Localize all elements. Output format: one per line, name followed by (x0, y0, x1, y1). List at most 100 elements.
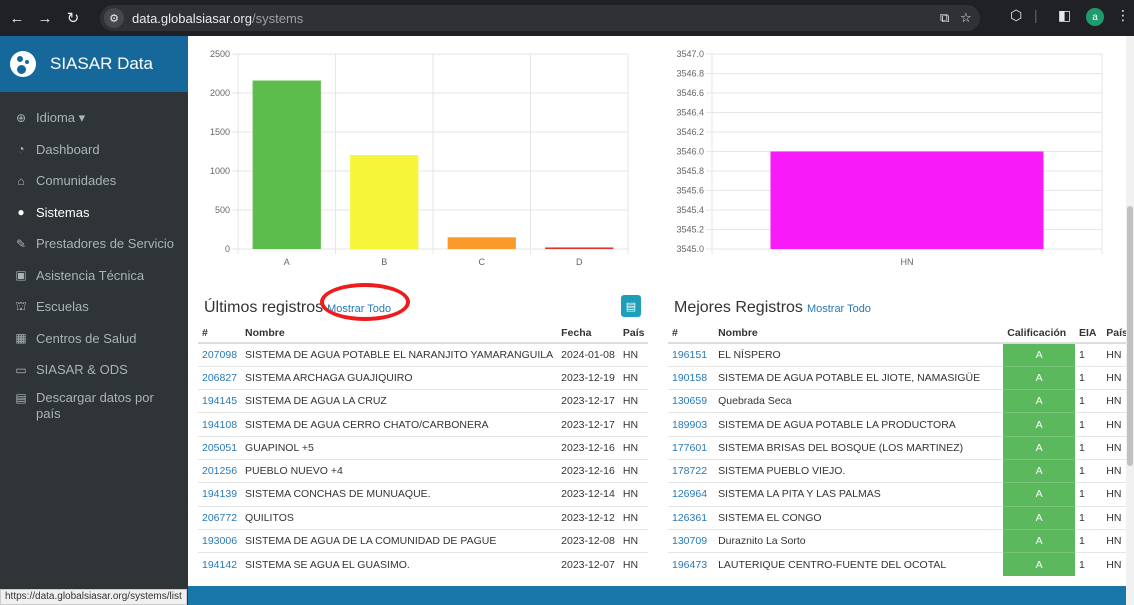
sidebar-item-label: Sistemas (36, 204, 90, 220)
sidebar-item-label: Prestadores de Servicio (36, 236, 175, 252)
extensions-icon[interactable]: ⬡ (1010, 7, 1022, 24)
sidebar-item-descargar[interactable]: ▤ Descargar datos por país (0, 386, 188, 430)
url-text[interactable]: data.globalsiasar.org/systems (132, 11, 303, 26)
sidebar: SIASAR Data ⊕ Idioma ▾ ◔ Dashboard ⌂ Comuni… (0, 36, 188, 605)
country-bar-chart: 3545.0 3545.2 3545.4 3545.6 3545.8 3546.0 3546… (676, 49, 1103, 267)
bookmark-star-icon[interactable]: ☆ (960, 10, 972, 26)
status-bar-url: https://data.globalsiasar.org/systems/li… (0, 589, 187, 605)
record-id-link[interactable]: 205051 (198, 435, 242, 460)
x-tick-label: D (576, 257, 583, 267)
main-content: 0 500 1000 1500 2000 2500 A B C D 3545.0 3545.2 354… (188, 36, 1134, 605)
y-tick-label: 3546.4 (676, 108, 704, 118)
table-cell: HN (618, 365, 649, 390)
translate-icon[interactable]: ⧉ (940, 10, 949, 26)
record-id-link[interactable]: 194142 (198, 552, 242, 576)
sidebar-item-comunidades[interactable]: ⌂ Comunidades (0, 165, 188, 197)
record-id-link[interactable]: 194145 (198, 389, 242, 413)
profile-avatar[interactable]: a (1086, 8, 1104, 26)
reload-icon[interactable]: ↻ (62, 7, 84, 29)
page-scrollbar[interactable] (1126, 36, 1134, 605)
sidebar-item-label: Escuelas (36, 299, 89, 315)
record-id-link[interactable]: 189903 (668, 412, 715, 437)
record-id-link[interactable]: 207098 (198, 342, 242, 367)
sidebar-item-label: SIASAR & ODS (36, 362, 128, 378)
record-id-link[interactable]: 126964 (668, 482, 715, 507)
table-row: 206827 SISTEMA ARCHAGA GUAJIQUIRO 2023-12-… (198, 365, 649, 390)
table-cell: HN (618, 389, 649, 413)
record-id-link[interactable]: 193006 (198, 528, 242, 553)
sidebar-item-sistemas[interactable]: ● Sistemas (0, 197, 188, 229)
table-cell: HN (618, 412, 649, 437)
table-cell: GUAPINOL +5 (241, 435, 558, 460)
record-id-link[interactable]: 206827 (198, 365, 242, 390)
sidebar-item-asistencia[interactable]: ▣ Asistencia Técnica (0, 260, 188, 292)
table-row: 205051 GUAPINOL +5 2023-12-16 HN (198, 435, 649, 460)
scrollbar-thumb[interactable] (1127, 206, 1133, 466)
record-id-link[interactable]: 178722 (668, 458, 715, 483)
bar-HN[interactable] (770, 151, 1044, 250)
record-id-link[interactable]: 194108 (198, 412, 242, 437)
forward-icon[interactable]: → (34, 7, 56, 29)
bar-C[interactable] (447, 237, 516, 249)
sidebar-item-siasar-ods[interactable]: ▭ SIASAR & ODS (0, 354, 188, 386)
sidebar-item-escuelas[interactable]: ⛫ Escuelas (0, 291, 188, 323)
table-cell: 2023-12-16 (557, 435, 619, 460)
table-row: 130709 Duraznito La Sorto A 1 HN (668, 528, 1134, 553)
y-tick-label: 3546.0 (676, 147, 704, 157)
home-icon: ⌂ (17, 173, 25, 188)
table-cell: SISTEMA BRISAS DEL BOSQUE (LOS MARTINEZ) (714, 435, 1004, 460)
grade-badge: A (1003, 365, 1075, 390)
sidebar-item-dashboard[interactable]: ◔ Dashboard (0, 134, 188, 166)
export-excel-button[interactable]: ▤ (621, 295, 641, 317)
sidebar-item-label: Idioma ▾ (36, 109, 86, 125)
table-cell: LAUTERIQUE CENTRO-FUENTE DEL OCOTAL (714, 552, 1004, 576)
sidebar-item-label: Descargar datos por país (36, 389, 154, 421)
column-header: Fecha (557, 323, 619, 344)
latest-records-heading: Últimos registros (204, 299, 324, 316)
record-id-link[interactable]: 126361 (668, 505, 715, 530)
record-id-link[interactable]: 201256 (198, 458, 242, 483)
table-cell: 1 (1074, 342, 1103, 367)
hospital-icon: ▦ (15, 331, 27, 346)
record-id-link[interactable]: 190158 (668, 365, 715, 390)
brand-header[interactable]: SIASAR Data (0, 36, 188, 92)
address-bar[interactable]: ⚙ data.globalsiasar.org/systems ⧉ ☆ (100, 5, 980, 31)
record-id-link[interactable]: 194139 (198, 482, 242, 507)
column-header: # (198, 323, 242, 344)
record-id-link[interactable]: 130709 (668, 528, 715, 553)
sidebar-item-prestadores[interactable]: ✎ Prestadores de Servicio (0, 228, 188, 260)
sidebar-item-idioma[interactable]: ⊕ Idioma ▾ (0, 102, 188, 134)
column-header: # (668, 323, 715, 344)
record-id-link[interactable]: 196473 (668, 552, 715, 576)
grade-bar-chart: 0 500 1000 1500 2000 2500 A B C D (210, 49, 629, 267)
y-tick-label: 3545.2 (676, 225, 704, 235)
bar-D[interactable] (545, 247, 614, 249)
sidebar-item-centros-salud[interactable]: ▦ Centros de Salud (0, 323, 188, 355)
best-show-all-link[interactable]: Mostrar Todo (807, 303, 871, 315)
table-cell: SISTEMA PUEBLO VIEJO. (714, 458, 1004, 483)
record-id-link[interactable]: 130659 (668, 389, 715, 413)
record-id-link[interactable]: 177601 (668, 435, 715, 460)
back-icon[interactable]: ← (6, 7, 28, 29)
bar-A[interactable] (252, 80, 321, 249)
y-tick-label: 1000 (210, 166, 230, 176)
bar-B[interactable] (350, 155, 419, 249)
grade-badge: A (1003, 412, 1075, 437)
record-id-link[interactable]: 206772 (198, 505, 242, 530)
browser-menu-icon[interactable]: ⋮ (1116, 7, 1130, 24)
record-id-link[interactable]: 196151 (668, 342, 715, 367)
site-settings-icon[interactable]: ⚙ (104, 8, 124, 28)
table-cell: PUEBLO NUEVO +4 (241, 458, 558, 483)
page-footer-bar (188, 586, 1134, 605)
table-cell: 1 (1074, 505, 1103, 530)
table-cell: HN (618, 552, 649, 576)
table-cell: 1 (1074, 528, 1103, 553)
column-header: Nombre (714, 323, 1004, 344)
table-cell: 1 (1074, 458, 1103, 483)
table-cell: SISTEMA DE AGUA CERRO CHATO/CARBONERA (241, 412, 558, 437)
table-cell: 2023-12-12 (557, 505, 619, 530)
table-row: 130659 Quebrada Seca A 1 HN (668, 389, 1134, 413)
water-drop-icon: ● (17, 205, 25, 220)
side-panel-icon[interactable]: ◧ (1058, 7, 1071, 24)
best-records-heading: Mejores Registros (674, 299, 803, 316)
